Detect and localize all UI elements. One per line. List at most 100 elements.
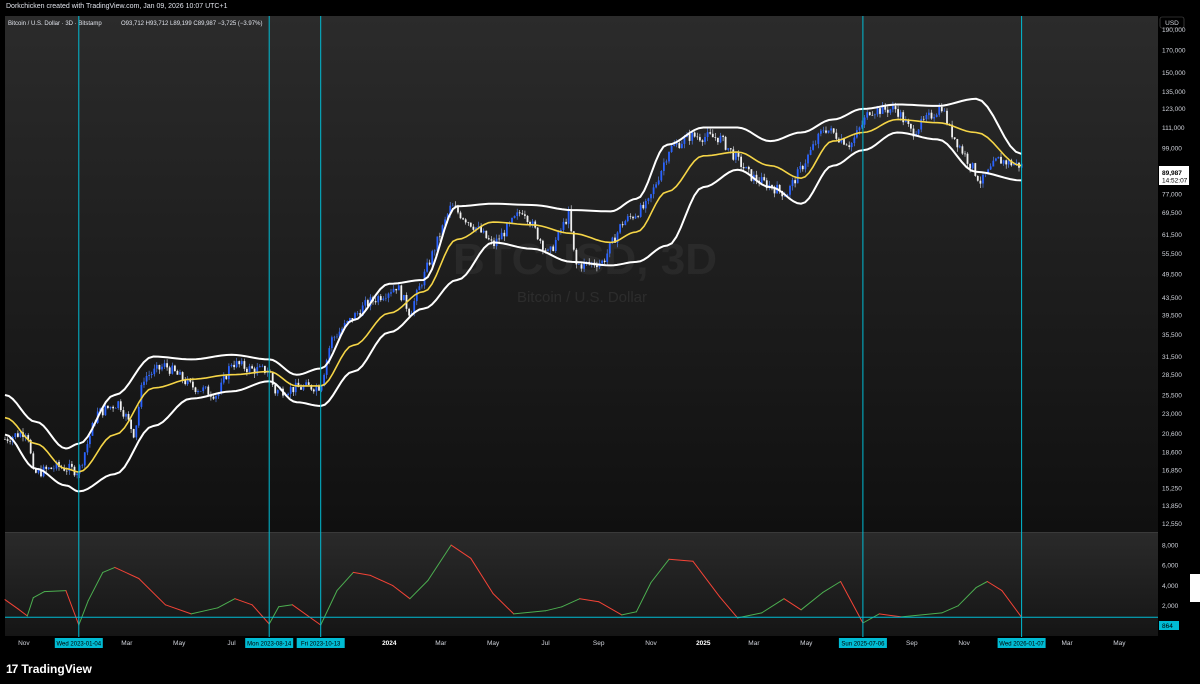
price-tick-label: 123,000: [1162, 106, 1186, 113]
candle-body: [382, 298, 385, 300]
candle-body: [127, 414, 130, 420]
candle-body: [652, 187, 655, 195]
candle-body: [181, 372, 184, 381]
candle-body: [506, 223, 508, 237]
candle-body: [238, 361, 241, 365]
candle-body: [32, 453, 35, 469]
candle-body: [400, 285, 403, 301]
candle-body: [17, 433, 19, 437]
candle-body: [158, 365, 161, 370]
candle-body: [498, 238, 500, 240]
candle-body: [727, 148, 730, 150]
candle-body: [940, 107, 943, 112]
candle-body: [439, 236, 441, 238]
candle-body: [868, 112, 871, 116]
candle-body: [14, 433, 17, 437]
price-tick-label: 28,500: [1162, 372, 1182, 379]
time-tick-label: Sep: [593, 640, 605, 647]
chart-legend: Bitcoin / U.S. Dollar · 3D · Bitstamp O9…: [8, 21, 262, 27]
candle-body: [938, 107, 941, 115]
price-tick-label: 135,000: [1162, 89, 1186, 96]
price-tick-label: 49,500: [1162, 272, 1182, 279]
candle-body: [233, 364, 235, 368]
candle-body: [109, 406, 112, 409]
candle-body: [415, 290, 418, 302]
candle-body: [554, 240, 557, 251]
oscillator-axis[interactable]: 2,000 4,000 6,000 8,000 864: [1159, 542, 1179, 630]
candle-body: [539, 239, 542, 241]
candle-body: [192, 381, 194, 388]
candle-body: [626, 216, 629, 222]
time-tick-label: 2025: [696, 640, 711, 647]
candle-body: [261, 365, 264, 367]
candle-body: [879, 108, 881, 114]
candle-body: [168, 367, 171, 374]
candle-body: [812, 144, 814, 150]
candle-body: [536, 227, 539, 240]
candle-body: [526, 215, 529, 222]
candle-body: [997, 156, 1000, 159]
candle-body: [307, 382, 310, 385]
candle-body: [500, 232, 503, 240]
oscillator-pane-background: [5, 533, 1158, 636]
candle-body: [596, 265, 598, 268]
candle-body: [392, 288, 395, 293]
price-tick-label: 18,600: [1162, 450, 1182, 457]
price-tick-label: 35,500: [1162, 332, 1182, 339]
candle-body: [632, 216, 634, 219]
price-tick-label: 190,000: [1162, 27, 1186, 34]
candle-body: [858, 127, 861, 131]
candle-body: [688, 134, 691, 141]
tradingview-brand: TradingView: [21, 662, 92, 676]
candle-body: [148, 375, 150, 376]
price-axis[interactable]: USD 12,550 13,850 15,250 16,850 18,600 20,600…: [1159, 16, 1189, 528]
candle-body: [663, 162, 665, 171]
vertical-marker-label: Sun 2025-07-06: [841, 642, 885, 648]
candle-body: [137, 407, 140, 426]
chart-canvas[interactable]: BTCUSD, 3D Bitcoin / U.S. Dollar Bitcoin…: [0, 0, 1200, 684]
candle-body: [995, 158, 997, 161]
candle-body: [426, 262, 428, 272]
candle-body: [681, 143, 683, 149]
time-tick-label: Nov: [18, 640, 30, 647]
candle-body: [886, 109, 889, 113]
candle-body: [114, 408, 117, 409]
price-tick-label: 150,000: [1162, 70, 1186, 77]
candle-body: [621, 224, 624, 226]
candle-body: [521, 213, 524, 215]
candle-body: [814, 143, 817, 145]
candle-body: [711, 133, 714, 138]
candle-body: [668, 152, 670, 162]
candle-body: [866, 112, 869, 118]
candle-body: [274, 384, 277, 394]
candle-body: [549, 246, 552, 250]
candle-body: [464, 219, 467, 223]
price-tick-label: 77,000: [1162, 191, 1182, 198]
candle-body: [735, 152, 737, 160]
candle-body: [333, 336, 336, 338]
time-axis[interactable]: Nov Mar May Jul 2024 Mar May Jul Sep Nov 2025 Mar Ma…: [18, 640, 1126, 647]
candle-body: [276, 390, 279, 394]
candle-body: [964, 153, 966, 155]
candle-body: [204, 386, 207, 388]
candle-body: [403, 295, 405, 301]
osc-last-value: 864: [1162, 623, 1173, 630]
candle-body: [820, 130, 822, 134]
candle-body: [835, 132, 838, 139]
candle-body: [966, 153, 969, 164]
candle-body: [89, 435, 91, 445]
candle-body: [740, 156, 742, 167]
tradingview-logo[interactable]: 17 TradingView: [6, 662, 92, 676]
price-tick-label: 111,000: [1162, 125, 1185, 132]
candle-body: [472, 226, 475, 230]
candle-body: [876, 108, 879, 115]
candle-body: [1005, 160, 1008, 165]
osc-tick-label: 2,000: [1162, 603, 1179, 610]
candle-body: [796, 169, 799, 184]
candle-body: [637, 216, 639, 217]
candle-body: [670, 146, 673, 152]
candle-body: [6, 439, 9, 441]
scrollbar-handle[interactable]: [1190, 574, 1200, 602]
candle-body: [287, 393, 289, 396]
osc-tick-label: 6,000: [1162, 563, 1179, 570]
